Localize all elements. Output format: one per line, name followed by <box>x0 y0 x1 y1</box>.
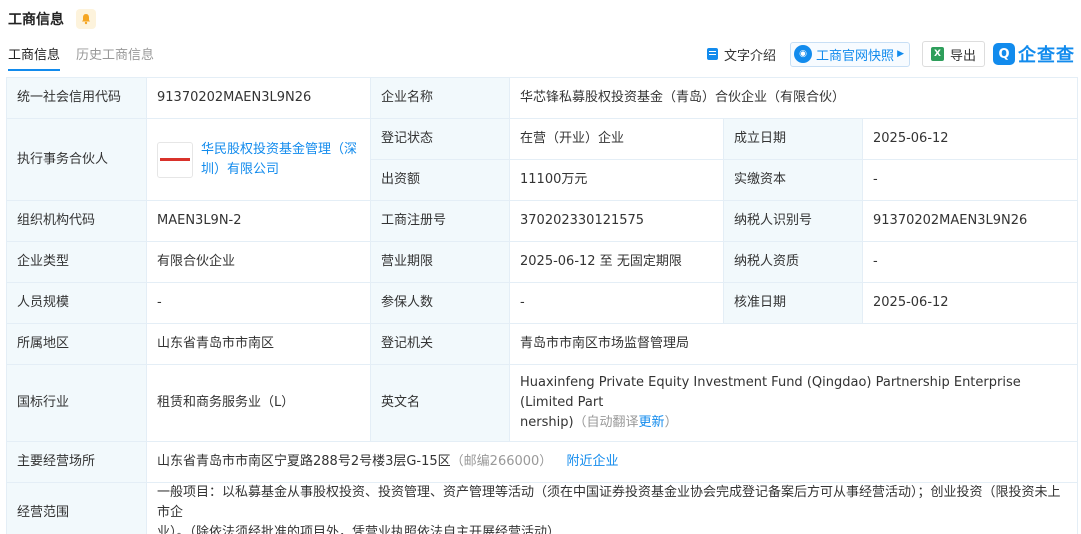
table-row: 组织机构代码 MAEN3L9N-2 工商注册号 370202330121575 … <box>6 200 1079 242</box>
english-name-label: 英文名 <box>370 364 510 442</box>
english-name-line1: Huaxinfeng Private Equity Investment Fun… <box>520 375 1021 410</box>
region-value: 山东省青岛市市南区 <box>146 323 371 365</box>
active-tab-underline <box>8 69 61 71</box>
type-label: 企业类型 <box>6 241 147 283</box>
taxpayer-id-value: 91370202MAEN3L9N26 <box>861 200 1079 242</box>
scope-label: 经营范围 <box>6 482 147 534</box>
table-row: 主要经营场所 山东省青岛市市南区宁夏路288号2号楼3层G-15区（邮编2660… <box>6 441 1079 483</box>
english-name-line2: nership) <box>520 415 574 430</box>
scope-line1: 一般项目：以私募基金从事股权投资、投资管理、资产管理等活动（须在中国证券投资基金… <box>157 485 1061 520</box>
address-cell: 山东省青岛市市南区宁夏路288号2号楼3层G-15区（邮编266000） 附近企… <box>145 441 1079 483</box>
bell-icon-svg <box>82 14 90 25</box>
address-label: 主要经营场所 <box>6 441 147 483</box>
industry-value: 租赁和商务服务业（L） <box>146 364 371 442</box>
update-translation-link[interactable]: 更新 <box>639 415 665 430</box>
address-value: 山东省青岛市市南区宁夏路288号2号楼3层G-15区 <box>157 454 451 469</box>
table-row: 人员规模 - 参保人数 - 核准日期 2025-06-12 <box>6 282 1079 324</box>
paid-capital-label: 实缴资本 <box>723 159 863 201</box>
taxpayer-id-label: 纳税人识别号 <box>723 200 863 242</box>
paid-capital-value: - <box>861 159 1079 201</box>
partner-cell: 华民股权投资基金管理（深 圳）有限公司 <box>146 118 371 201</box>
brand-logo: Q 企查查 <box>993 41 1075 67</box>
official-snapshot-button[interactable]: ◉ 工商官网快照 ▶ <box>790 41 910 67</box>
authority-value: 青岛市市南区市场监督管理局 <box>508 323 1079 365</box>
partner-block: 华民股权投资基金管理（深 圳）有限公司 <box>157 140 360 180</box>
business-info-table: 统一社会信用代码 91370202MAEN3L9N26 企业名称 华芯锋私募股权… <box>6 77 1079 534</box>
established-value: 2025-06-12 <box>861 118 1079 160</box>
partner-logo <box>157 141 193 178</box>
company-name-value: 华芯锋私募股权投资基金（青岛）合伙企业（有限合伙） <box>508 77 1079 119</box>
credit-code-label: 统一社会信用代码 <box>6 77 147 119</box>
table-row: 执行事务合伙人 华民股权投资基金管理（深 圳）有限公司 登记状态 在营（开业）企… <box>6 118 1079 201</box>
capital-value: 11100万元 <box>509 159 724 201</box>
partner-logo-mark <box>160 158 190 161</box>
partner-label: 执行事务合伙人 <box>6 118 147 201</box>
reg-no-value: 370202330121575 <box>509 200 724 242</box>
table-row: 企业类型 有限合伙企业 营业期限 2025-06-12 至 无固定期限 纳税人资… <box>6 241 1079 283</box>
partner-name-line1: 华民股权投资基金管理（深 <box>201 141 358 157</box>
scope-line2: 业）。（除依法须经批准的项目外，凭营业执照依法自主开展经营活动） <box>157 525 561 534</box>
text-intro-button[interactable]: 文字介绍 <box>707 45 776 64</box>
document-icon <box>707 48 719 60</box>
snapshot-label: 工商官网快照 <box>816 48 895 64</box>
taxpayer-qual-value: - <box>861 241 1079 283</box>
brand-mark-icon: Q <box>993 43 1015 65</box>
staff-value: - <box>146 282 371 324</box>
export-label: 导出 <box>949 48 976 64</box>
text-intro-label: 文字介绍 <box>724 48 777 64</box>
table-row: 统一社会信用代码 91370202MAEN3L9N26 企业名称 华芯锋私募股权… <box>6 77 1079 119</box>
org-code-value: MAEN3L9N-2 <box>146 200 371 242</box>
capital-label: 出资额 <box>370 159 510 201</box>
english-name-cell: Huaxinfeng Private Equity Investment Fun… <box>508 364 1079 442</box>
reg-status-label: 登记状态 <box>370 118 510 160</box>
partner-name-link[interactable]: 华民股权投资基金管理（深 圳）有限公司 <box>201 140 357 180</box>
postcode-value: （邮编266000） <box>450 454 553 469</box>
bell-icon[interactable] <box>76 9 96 29</box>
insured-value: - <box>509 282 724 324</box>
scope-value: 一般项目：以私募基金从事股权投资、投资管理、资产管理等活动（须在中国证券投资基金… <box>145 482 1079 534</box>
section-title: 工商信息 <box>8 12 64 28</box>
excel-icon: X <box>930 47 944 61</box>
established-label: 成立日期 <box>723 118 863 160</box>
triangle-right-icon: ▶ <box>897 49 904 59</box>
tab-history-info[interactable]: 历史工商信息 <box>76 44 154 63</box>
insured-label: 参保人数 <box>370 282 510 324</box>
english-name-line2-row: nership)（自动翻译更新） <box>520 413 1067 433</box>
term-value: 2025-06-12 至 无固定期限 <box>509 241 724 283</box>
staff-label: 人员规模 <box>6 282 147 324</box>
table-row: 经营范围 一般项目：以私募基金从事股权投资、投资管理、资产管理等活动（须在中国证… <box>6 482 1079 534</box>
toolbar: 文字介绍 ◉ 工商官网快照 ▶ X 导出 Q 企查查 <box>707 40 1075 68</box>
table-row: 国标行业 租赁和商务服务业（L） 英文名 Huaxinfeng Private … <box>6 364 1079 442</box>
snapshot-logo-icon: ◉ <box>794 45 813 63</box>
company-name-label: 企业名称 <box>370 77 510 119</box>
auto-translate-note: （自动翻译 <box>573 415 639 430</box>
credit-code-value: 91370202MAEN3L9N26 <box>146 77 371 119</box>
section-title-row: 工商信息 <box>8 8 96 30</box>
reg-status-value: 在营（开业）企业 <box>509 118 724 160</box>
org-code-label: 组织机构代码 <box>6 200 147 242</box>
taxpayer-qual-label: 纳税人资质 <box>723 241 863 283</box>
export-button[interactable]: X 导出 <box>921 41 985 67</box>
tab-business-info[interactable]: 工商信息 <box>8 44 61 71</box>
type-value: 有限合伙企业 <box>146 241 371 283</box>
approved-label: 核准日期 <box>723 282 863 324</box>
tab-business-info-label: 工商信息 <box>8 48 61 63</box>
brand-text: 企查查 <box>1018 45 1075 66</box>
reg-no-label: 工商注册号 <box>370 200 510 242</box>
auto-translate-close: ） <box>664 415 678 430</box>
nearby-companies-link[interactable]: 附近企业 <box>566 454 618 469</box>
english-name-value: Huaxinfeng Private Equity Investment Fun… <box>520 365 1067 441</box>
authority-label: 登记机关 <box>370 323 510 365</box>
partner-name-line2: 圳）有限公司 <box>201 161 280 177</box>
region-label: 所属地区 <box>6 323 147 365</box>
approved-value: 2025-06-12 <box>861 282 1079 324</box>
term-label: 营业期限 <box>370 241 510 283</box>
industry-label: 国标行业 <box>6 364 147 442</box>
table-row: 所属地区 山东省青岛市市南区 登记机关 青岛市市南区市场监督管理局 <box>6 323 1079 365</box>
